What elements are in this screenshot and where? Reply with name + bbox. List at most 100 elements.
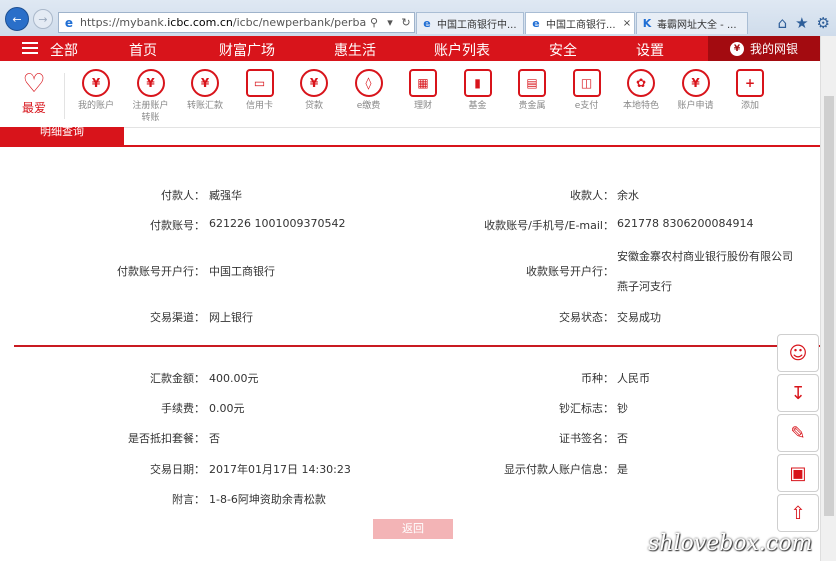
channel-value: 网上银行 [209, 311, 253, 324]
my-online-bank-button[interactable]: ¥ 我的网银 [708, 36, 820, 61]
watermark: shlovebox.com [648, 531, 813, 556]
wallet-icon: ◫ [572, 69, 601, 97]
gear-icon[interactable]: ⚙ [817, 14, 830, 32]
quick-item[interactable]: ¥ 转账汇款 [177, 69, 233, 112]
dropdown-icon[interactable]: ▾ [382, 16, 398, 29]
channel-label: 交易渠道： [150, 311, 205, 324]
payer-bank-label: 付款账号开户行： [117, 265, 205, 278]
drop-icon: ◊ [354, 69, 383, 97]
quick-item-label: 转账汇款 [186, 101, 223, 111]
home-icon[interactable]: ⌂ [778, 14, 788, 32]
download-icon[interactable]: ↧ [777, 374, 819, 412]
favorites[interactable]: ♡ 最爱 [12, 69, 56, 116]
quick-item-label: 添加 [740, 101, 759, 111]
nav-wealth[interactable]: 财富广场 [219, 40, 275, 60]
ie-logo-icon: e [423, 16, 431, 30]
amount-value: 400.00元 [209, 372, 259, 385]
quick-item[interactable]: ✿ 本地特色 [613, 69, 669, 112]
browser-tab-active[interactable]: e 中国工商银行... × [525, 12, 635, 34]
quick-item-label: 我的账户 [77, 101, 114, 111]
address-url[interactable]: https://mybank.icbc.com.cn/icbc/newperba… [80, 16, 366, 29]
my-online-bank-label: 我的网银 [749, 42, 798, 56]
payee-account-value: 621778 8306200084914 [617, 217, 754, 230]
bar-chart-icon: ▮ [463, 69, 492, 97]
show-payer-label: 显示付款人账户信息： [504, 463, 614, 476]
nav-home[interactable]: 首页 [129, 40, 157, 60]
quick-item[interactable]: ¥ 账户申请 [668, 69, 724, 112]
quick-item[interactable]: ▦ 理财 [395, 69, 451, 112]
refresh-icon[interactable]: ↻ [398, 16, 414, 29]
money-bag-icon: ¥ [300, 69, 328, 97]
quick-item-label: 注册账户 转账 [132, 101, 169, 123]
quick-item[interactable]: ◊ e缴费 [341, 69, 397, 112]
browser-tab[interactable]: K 毒霸网址大全 - ... [636, 12, 748, 34]
quick-item[interactable]: ¥ 贷款 [286, 69, 342, 112]
payee-account-label: 收款账号/手机号/E-mail： [484, 219, 614, 232]
tab-label: 中国工商银行中... [437, 20, 517, 31]
nav-life[interactable]: 惠生活 [334, 40, 376, 60]
tab-detail-query[interactable]: 明细查询 [0, 127, 124, 145]
payee-bank-value-line2: 燕子河支行 [617, 280, 672, 293]
payer-account-label: 付款账号： [150, 219, 205, 232]
address-bar[interactable]: e https://mybank.icbc.com.cn/icbc/newper… [58, 12, 415, 33]
payee-bank-label: 收款账号开户行： [526, 265, 614, 278]
quick-item-label: 账户申请 [677, 101, 714, 111]
show-payer-value: 是 [617, 463, 628, 476]
quick-item[interactable]: ▤ 贵金属 [504, 69, 560, 112]
vertical-scrollbar[interactable] [820, 36, 836, 561]
quick-item[interactable]: ▮ 基金 [450, 69, 506, 112]
kingsoft-logo-icon: K [642, 16, 652, 30]
fee-label: 手续费： [161, 402, 205, 415]
scrollbar-thumb[interactable] [824, 96, 834, 516]
quick-item[interactable]: ¥ 注册账户 转账 [123, 69, 179, 124]
quick-item-label: 本地特色 [622, 101, 659, 111]
package-value: 否 [209, 432, 220, 445]
yen-transfer-icon: ¥ [136, 69, 165, 97]
money-bag-icon: ¥ [729, 41, 744, 56]
date-label: 交易日期： [150, 463, 205, 476]
fee-value: 0.00元 [209, 402, 245, 415]
favorites-label: 最爱 [21, 101, 46, 115]
scan-icon[interactable]: ▣ [777, 454, 819, 492]
customer-service-icon[interactable]: ☺ [777, 334, 819, 372]
quick-item-label: 贵金属 [518, 101, 546, 111]
star-icon[interactable]: ★ [795, 14, 808, 32]
quick-item[interactable]: ◫ e支付 [559, 69, 615, 112]
ie-logo-icon: e [532, 16, 540, 30]
close-tab-icon[interactable]: × [620, 18, 634, 29]
currency-value: 人民币 [617, 372, 650, 385]
payee-bank-value-line1: 安徽金寨农村商业银行股份有限公司 [617, 250, 793, 263]
credit-card-icon: ▭ [245, 69, 274, 97]
yen-icon: ¥ [82, 69, 110, 97]
quick-item-label: 信用卡 [245, 101, 273, 111]
nav-all[interactable]: 全部 [50, 40, 78, 60]
abacus-icon: ▦ [409, 69, 437, 97]
browser-toolbar: ← → e https://mybank.icbc.com.cn/icbc/ne… [0, 0, 836, 37]
menu-icon[interactable] [22, 42, 38, 54]
apply-icon: ¥ [681, 69, 710, 97]
gold-bars-icon: ▤ [518, 69, 546, 97]
nav-settings[interactable]: 设置 [636, 40, 664, 60]
nav-accounts[interactable]: 账户列表 [434, 40, 490, 60]
main-navigation: 全部 首页 财富广场 惠生活 账户列表 安全 设置 ¥ 我的网银 [0, 36, 820, 61]
back-button[interactable]: 返回 [373, 519, 453, 539]
amount-label: 汇款金额： [150, 372, 205, 385]
eraser-icon[interactable]: ✎ [777, 414, 819, 452]
back-arrow-icon[interactable]: ← [5, 7, 29, 31]
rocket-top-icon[interactable]: ⇧ [777, 494, 819, 532]
cash-flag-label: 钞汇标志： [559, 402, 614, 415]
payer-account-value: 621226 1001009370542 [209, 217, 346, 230]
quick-item[interactable]: + 添加 [722, 69, 778, 112]
yen-refresh-icon: ¥ [191, 69, 219, 97]
browser-tab[interactable]: e 中国工商银行中... [416, 12, 524, 34]
forward-arrow-icon[interactable]: → [33, 9, 53, 29]
quick-item[interactable]: ¥ 我的账户 [68, 69, 124, 112]
quick-item-label: 理财 [413, 101, 432, 111]
plus-icon: + [736, 69, 764, 97]
search-icon[interactable]: ⚲ [366, 16, 382, 29]
quick-item-label: 贷款 [304, 101, 323, 111]
payee-label: 收款人： [570, 189, 614, 202]
nav-security[interactable]: 安全 [549, 40, 577, 60]
quick-item[interactable]: ▭ 信用卡 [232, 69, 288, 112]
status-value: 交易成功 [617, 311, 661, 324]
